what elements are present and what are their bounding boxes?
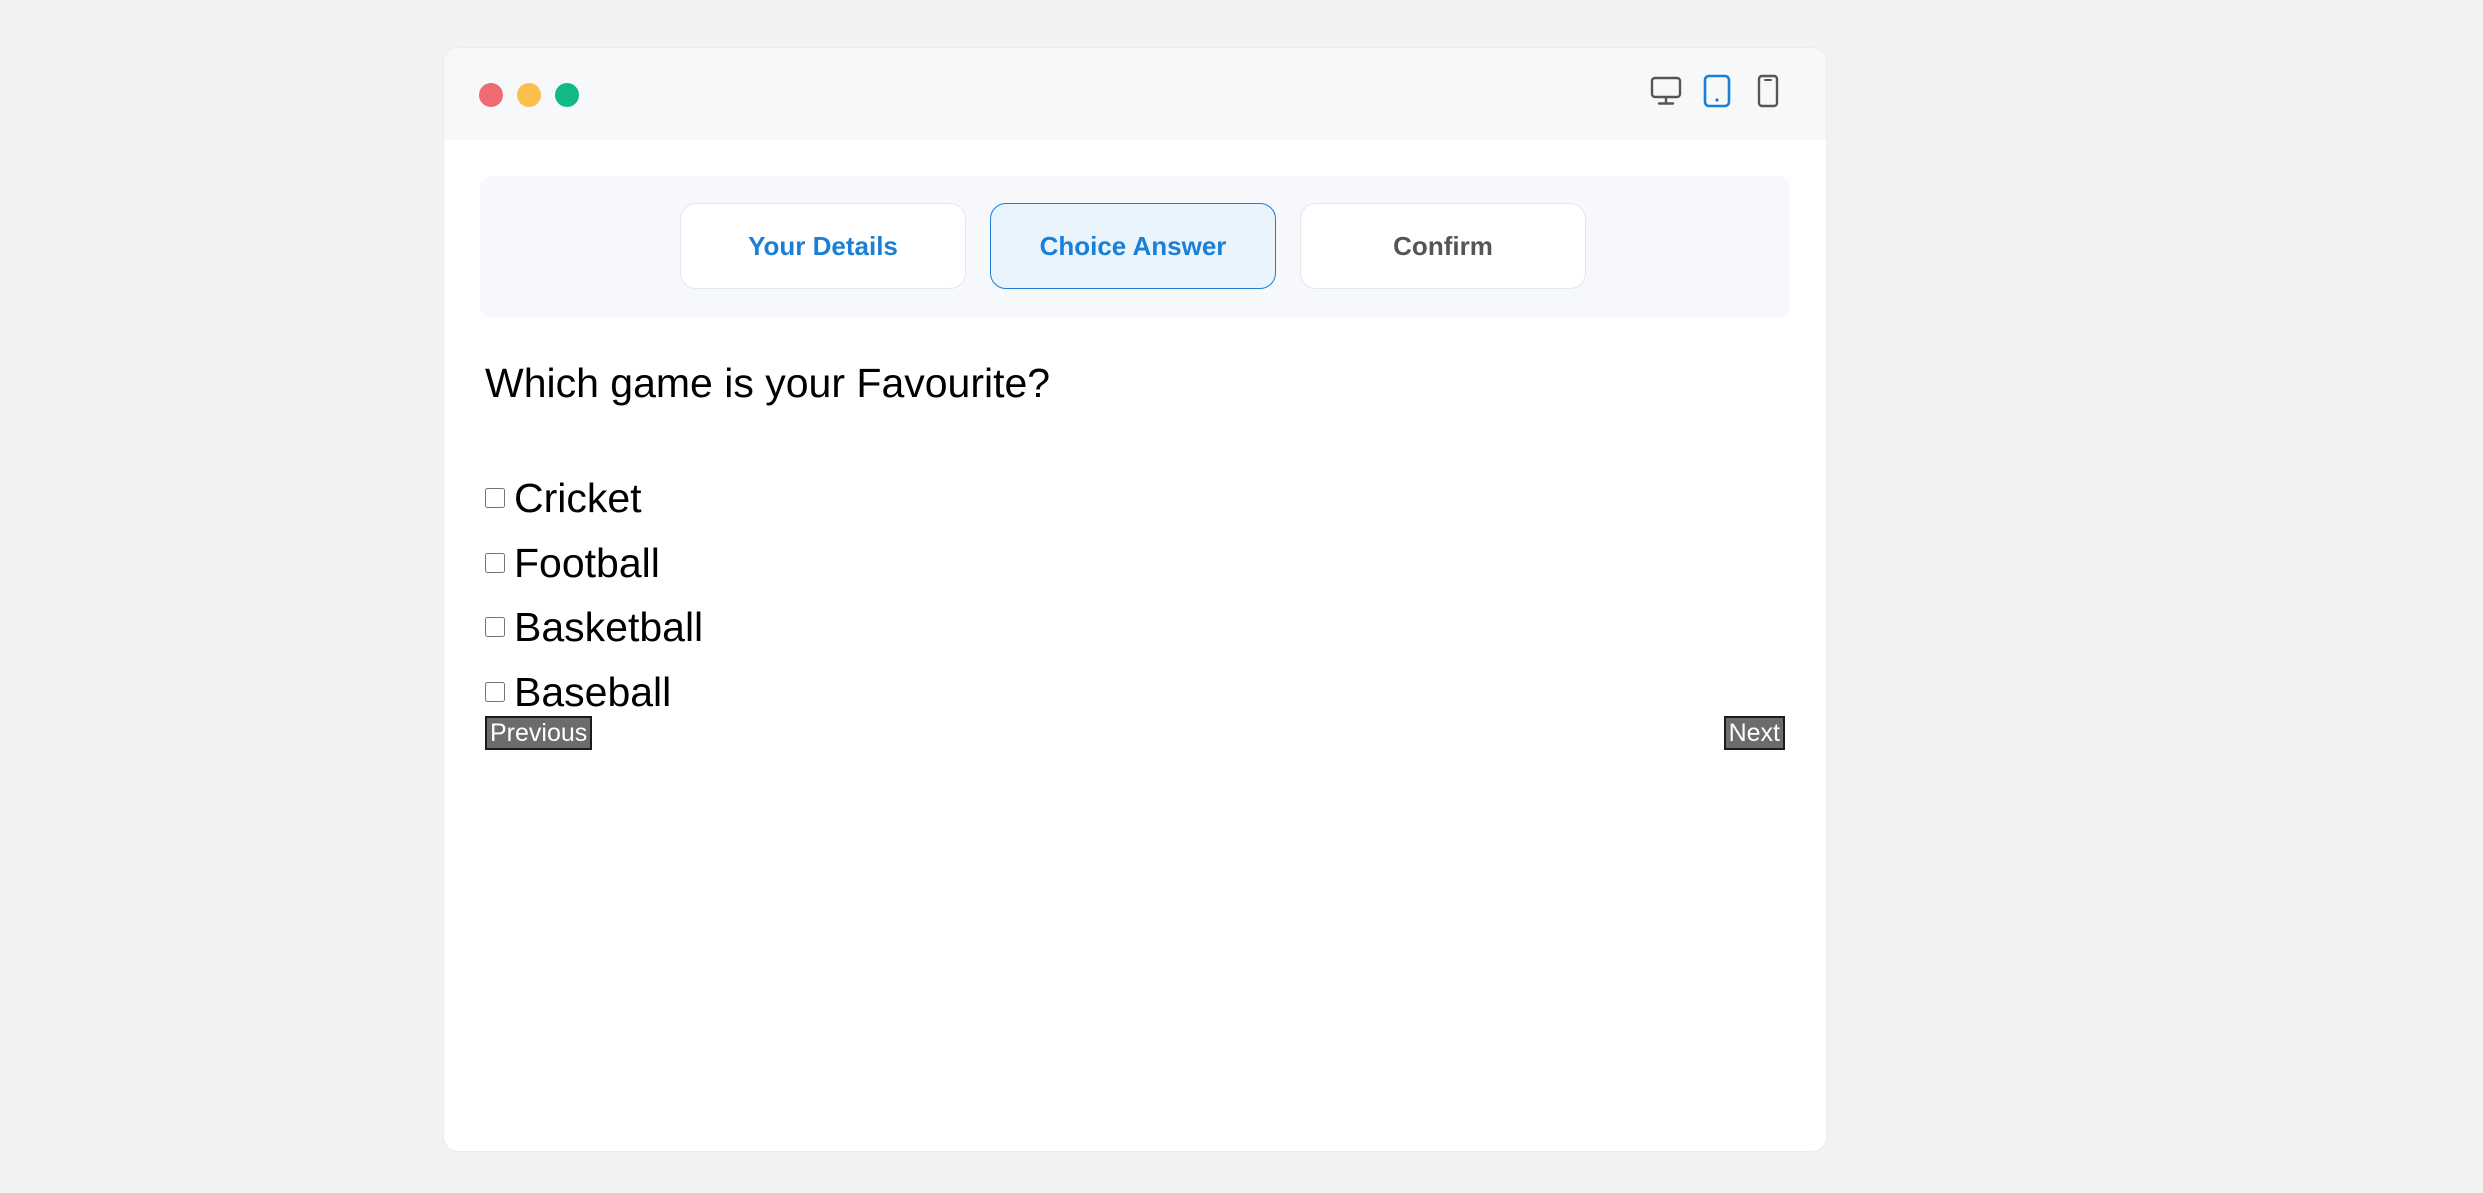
desktop-icon <box>1650 76 1682 105</box>
maximize-window-button[interactable] <box>555 83 579 107</box>
step-your-details[interactable]: Your Details <box>680 203 966 289</box>
step-indicator: Your Details Choice Answer Confirm <box>480 176 1790 318</box>
option-label: Football <box>514 539 660 586</box>
step-confirm[interactable]: Confirm <box>1300 203 1586 289</box>
option-label: Cricket <box>514 474 642 521</box>
option-checkbox[interactable] <box>485 682 505 702</box>
step-label: Choice Answer <box>1039 230 1227 261</box>
option-label: Baseball <box>514 668 672 715</box>
title-bar <box>444 48 1826 140</box>
previous-button[interactable]: Previous <box>485 716 593 750</box>
minimize-window-button[interactable] <box>517 83 541 107</box>
step-label: Your Details <box>748 230 898 261</box>
option-checkbox[interactable] <box>485 553 505 573</box>
option-cricket[interactable]: Cricket <box>485 472 642 524</box>
browser-window: Your Details Choice Answer Confirm Which… <box>444 48 1826 1151</box>
option-basketball[interactable]: Basketball <box>485 601 703 653</box>
close-window-button[interactable] <box>479 83 503 107</box>
tablet-view-button[interactable] <box>1696 70 1738 112</box>
next-button[interactable]: Next <box>1723 716 1785 750</box>
option-checkbox[interactable] <box>485 617 505 637</box>
option-checkbox[interactable] <box>485 488 505 508</box>
tablet-icon <box>1703 74 1731 108</box>
question-text: Which game is your Favourite? <box>485 360 1051 406</box>
desktop-view-button[interactable] <box>1645 70 1687 112</box>
option-label: Basketball <box>514 603 704 650</box>
step-choice-answer[interactable]: Choice Answer <box>990 203 1276 289</box>
step-label: Confirm <box>1393 230 1493 261</box>
mobile-icon <box>1757 74 1779 108</box>
option-football[interactable]: Football <box>485 537 660 589</box>
mobile-view-button[interactable] <box>1747 70 1789 112</box>
option-baseball[interactable]: Baseball <box>485 666 671 718</box>
